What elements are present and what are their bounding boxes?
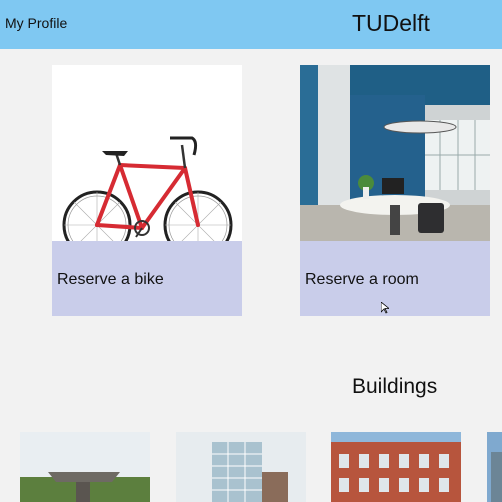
mouse-cursor-icon <box>381 302 389 314</box>
bicycle-image <box>52 65 242 260</box>
reserve-bike-label: Reserve a bike <box>57 271 164 288</box>
meeting-room-image <box>300 65 490 241</box>
building-thumbnail[interactable] <box>20 432 150 502</box>
building-thumbnail[interactable] <box>331 432 461 502</box>
buildings-heading: Buildings <box>352 375 438 398</box>
building-thumbnail[interactable] <box>487 432 502 502</box>
reserve-room-label: Reserve a room <box>305 271 419 288</box>
my-profile-link[interactable]: My Profile <box>5 15 67 31</box>
app-title: TUDelft <box>352 10 430 36</box>
reserve-bike-card[interactable]: Reserve a bike <box>52 65 242 316</box>
top-bar: My Profile TUDelft <box>0 0 502 49</box>
reserve-room-card[interactable]: Reserve a room <box>300 65 490 316</box>
building-thumbnail[interactable] <box>176 432 306 502</box>
